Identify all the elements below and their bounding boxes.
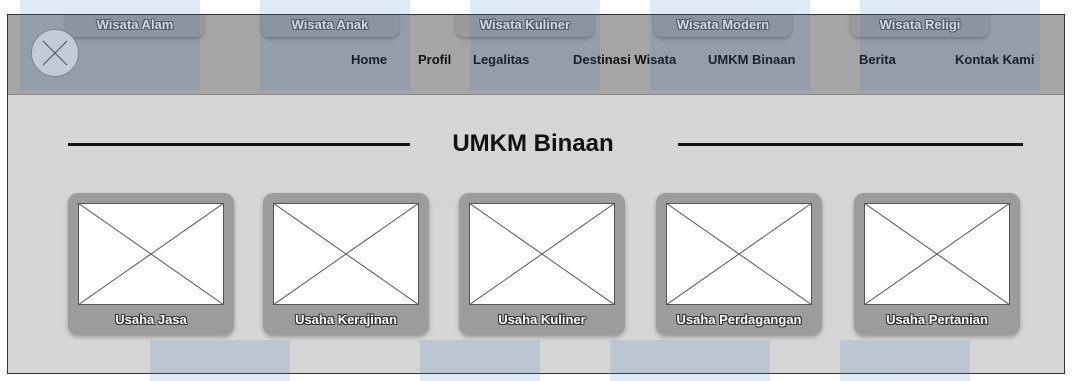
- card-usaha-perdagangan[interactable]: Usaha Perdagangan: [656, 193, 822, 335]
- image-placeholder-icon: [273, 203, 419, 305]
- card-usaha-kuliner[interactable]: Usaha Kuliner: [459, 193, 625, 335]
- image-placeholder-icon: [469, 203, 615, 305]
- image-placeholder-icon: [78, 203, 224, 305]
- category-wisata-kuliner[interactable]: Wisata Kuliner: [456, 15, 594, 37]
- card-usaha-pertanian[interactable]: Usaha Pertanian: [854, 193, 1020, 335]
- image-placeholder-icon: [42, 40, 68, 66]
- nav-kontak-kami[interactable]: Kontak Kami: [955, 52, 1034, 67]
- nav-profil[interactable]: Profil: [418, 52, 451, 67]
- card-usaha-jasa[interactable]: Usaha Jasa: [68, 193, 234, 335]
- section-title: UMKM Binaan: [452, 130, 614, 157]
- nav-destinasi-wisata[interactable]: Destinasi Wisata: [573, 52, 676, 67]
- category-wisata-alam[interactable]: Wisata Alam: [66, 15, 204, 37]
- header-bar: Wisata Alam Wisata Anak Wisata Kuliner W…: [8, 15, 1064, 95]
- page-frame: Wisata Alam Wisata Anak Wisata Kuliner W…: [7, 14, 1065, 374]
- card-label: Usaha Kerajinan: [295, 312, 397, 327]
- nav-home[interactable]: Home: [351, 52, 387, 67]
- category-wisata-anak[interactable]: Wisata Anak: [261, 15, 399, 37]
- card-label: Usaha Pertanian: [886, 312, 988, 327]
- logo-placeholder[interactable]: [31, 29, 79, 77]
- category-wisata-religi[interactable]: Wisata Religi: [851, 15, 989, 37]
- card-label: Usaha Kuliner: [498, 312, 586, 327]
- nav-umkm-binaan[interactable]: UMKM Binaan: [708, 52, 795, 67]
- card-label: Usaha Perdagangan: [676, 312, 802, 327]
- image-placeholder-icon: [666, 203, 812, 305]
- card-usaha-kerajinan[interactable]: Usaha Kerajinan: [263, 193, 429, 335]
- nav-legalitas[interactable]: Legalitas: [473, 52, 529, 67]
- card-label: Usaha Jasa: [115, 312, 187, 327]
- title-divider-right: [678, 143, 1023, 146]
- nav-berita[interactable]: Berita: [859, 52, 896, 67]
- image-placeholder-icon: [864, 203, 1010, 305]
- category-wisata-modern[interactable]: Wisata Modern: [654, 15, 792, 37]
